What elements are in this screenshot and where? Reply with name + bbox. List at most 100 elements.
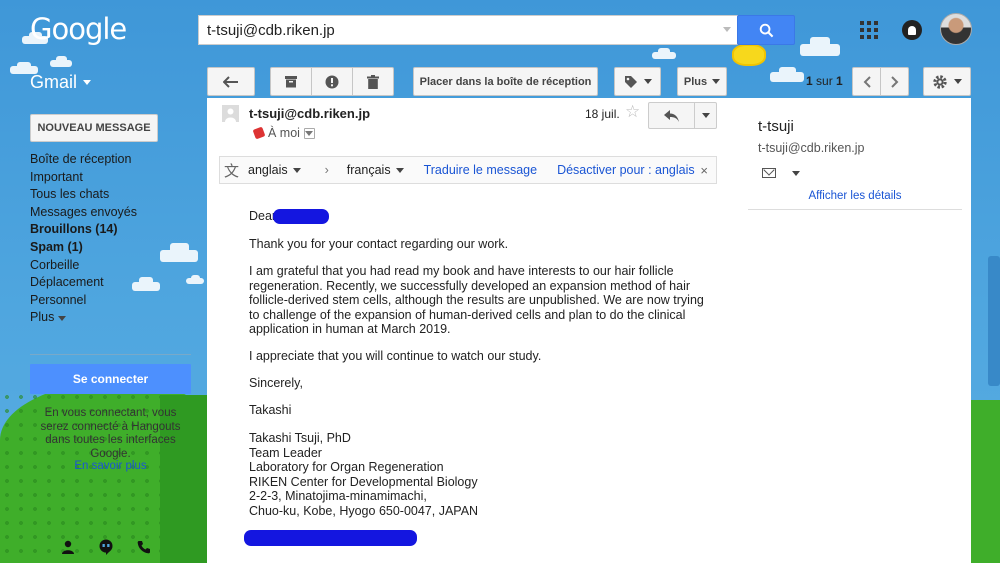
page-scrollbar[interactable] — [988, 256, 1000, 386]
chevron-left-icon — [863, 75, 871, 88]
chevron-down-icon — [643, 79, 652, 84]
compose-button[interactable]: NOUVEAU MESSAGE — [30, 114, 158, 142]
trash-icon — [367, 74, 379, 89]
show-details-button[interactable] — [303, 127, 315, 139]
cloud-decoration — [652, 48, 676, 59]
sun-decoration — [734, 46, 764, 64]
archive-button[interactable] — [270, 67, 312, 96]
disable-translation-link[interactable]: Désactiver pour : anglais — [557, 163, 695, 177]
contact-name: t-tsuji — [758, 118, 794, 135]
settings-button[interactable] — [923, 67, 971, 96]
search-options-caret-icon[interactable] — [723, 27, 731, 32]
sidebar-item-more[interactable]: Plus — [30, 309, 137, 327]
search-field[interactable] — [198, 15, 738, 45]
chevron-down-icon — [954, 79, 962, 84]
sidebar-item-spam[interactable]: Spam (1) — [30, 239, 137, 257]
star-icon[interactable]: ☆ — [625, 103, 640, 120]
search-input[interactable] — [199, 16, 719, 44]
archive-icon — [285, 76, 297, 88]
card-divider — [748, 209, 962, 210]
reply-button[interactable] — [648, 102, 695, 129]
chevron-down-icon — [58, 315, 67, 321]
pager-total: 1 — [836, 74, 843, 88]
close-icon[interactable]: × — [700, 163, 708, 178]
greeting-line: Dear — [249, 209, 709, 225]
sidebar-item-drafts[interactable]: Brouillons (14) — [30, 221, 137, 239]
back-button[interactable] — [207, 67, 255, 96]
notifications-icon[interactable] — [902, 20, 922, 40]
signature-line: Chuo-ku, Kobe, Hyogo 650-0047, JAPAN — [249, 503, 479, 518]
older-button[interactable] — [880, 67, 909, 96]
sidebar-item-important[interactable]: Important — [30, 169, 137, 187]
signature-line: RIKEN Center for Developmental Biology — [249, 474, 478, 489]
hangouts-icon[interactable] — [98, 539, 114, 555]
more-actions-button[interactable]: Plus — [677, 67, 727, 96]
pager-count: 1 sur 1 — [806, 74, 843, 88]
google-logo[interactable]: Google — [30, 12, 127, 46]
reply-controls — [648, 102, 717, 129]
app-switcher[interactable]: Gmail — [30, 72, 92, 93]
redacted-name — [273, 209, 330, 225]
apps-icon[interactable] — [860, 21, 878, 39]
cloud-decoration — [160, 243, 198, 262]
newer-button[interactable] — [852, 67, 881, 96]
sidebar-more-label: Plus — [30, 310, 55, 325]
important-marker-icon[interactable] — [252, 126, 266, 140]
report-spam-button[interactable] — [311, 67, 353, 96]
sidebar-item-chats[interactable]: Tous les chats — [30, 186, 137, 204]
body-paragraph: I am grateful that you had read my book … — [249, 264, 704, 337]
hangouts-signin-button[interactable]: Se connecter — [30, 364, 191, 394]
body-paragraph: I appreciate that you will continue to w… — [249, 349, 542, 363]
more-reply-options-button[interactable] — [694, 102, 717, 129]
delete-button[interactable] — [352, 67, 394, 96]
app-name: Gmail — [30, 72, 78, 92]
chevron-down-icon[interactable] — [792, 170, 800, 176]
source-language-select[interactable]: anglais — [248, 163, 301, 177]
message-date: 18 juil. — [585, 107, 620, 121]
sidebar-item-sent[interactable]: Messages envoyés — [30, 204, 137, 222]
contact-email: t-tsuji@cdb.riken.jp — [758, 141, 865, 155]
search-icon — [759, 23, 773, 37]
sidebar-item-inbox[interactable]: Boîte de réception — [30, 151, 137, 169]
chevron-down-icon — [712, 79, 721, 84]
signature-line: 2-2-3, Minatojima-minamimachi, — [249, 489, 427, 504]
chevron-down-icon — [395, 167, 404, 173]
cloud-decoration — [800, 37, 840, 56]
account-avatar[interactable] — [940, 13, 972, 45]
sidebar-item-trash[interactable]: Corbeille — [30, 257, 137, 275]
target-language-select[interactable]: français — [347, 163, 404, 177]
translate-message-link[interactable]: Traduire le message — [424, 163, 537, 177]
recipient-line: À moi — [252, 126, 315, 140]
back-arrow-icon — [223, 75, 238, 88]
translate-bar: 文 anglais › français Traduire le message… — [219, 156, 717, 184]
mail-icon[interactable] — [762, 168, 776, 178]
search-button[interactable] — [737, 15, 795, 45]
target-language-label: français — [346, 163, 391, 177]
labels-button[interactable] — [614, 67, 661, 96]
phone-icon[interactable] — [136, 539, 152, 555]
move-to-inbox-label: Placer dans la boîte de réception — [419, 75, 592, 88]
sidebar-item-travel[interactable]: Déplacement — [30, 274, 137, 292]
sidebar-footer-icons — [60, 539, 152, 555]
person-icon[interactable] — [60, 539, 76, 555]
sender-avatar — [222, 105, 239, 122]
show-details-link[interactable]: Afficher les détails — [748, 190, 962, 202]
source-language-label: anglais — [248, 163, 288, 177]
signoff-line: Takashi — [249, 403, 292, 417]
signature-line: Laboratory for Organ Regeneration — [249, 460, 444, 475]
pager-sep: sur — [816, 74, 833, 88]
learn-more-link[interactable]: En savoir plus — [30, 460, 191, 472]
chevron-down-icon — [305, 130, 314, 136]
reply-icon — [663, 109, 679, 122]
move-to-inbox-button[interactable]: Placer dans la boîte de réception — [413, 67, 598, 96]
action-button-group — [270, 67, 394, 96]
hangouts-info-text: En vous connectant, vous serez connecté … — [40, 407, 181, 460]
pager-range: 1 — [806, 74, 813, 88]
folder-list: Boîte de réception Important Tous les ch… — [30, 151, 137, 327]
greeting: Dear — [249, 209, 277, 223]
sender-email[interactable]: t-tsuji@cdb.riken.jp — [249, 106, 370, 121]
sidebar-item-personal[interactable]: Personnel — [30, 292, 137, 310]
contact-actions — [762, 168, 800, 178]
cloud-decoration — [186, 274, 204, 284]
chevron-right-icon — [890, 75, 898, 88]
